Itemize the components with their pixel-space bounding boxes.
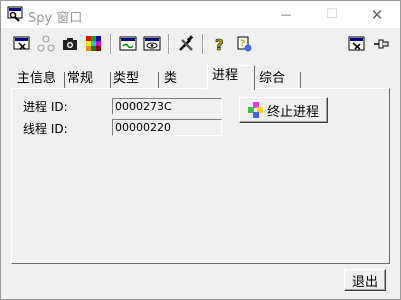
window-title: Spy 窗口 bbox=[28, 11, 83, 26]
terminate-process-label: 终止进程 bbox=[266, 104, 319, 120]
exit-label: 退出 bbox=[351, 274, 378, 290]
tab-process[interactable]: 进程 bbox=[207, 65, 255, 90]
tab-label: 常规 bbox=[67, 71, 94, 86]
about-tool[interactable]: ? bbox=[233, 33, 255, 55]
close-button[interactable]: ✕ bbox=[354, 1, 400, 28]
tab-label: 类 bbox=[164, 71, 178, 86]
pin-icon bbox=[374, 39, 389, 49]
process-id-label: 进程 ID: bbox=[23, 100, 68, 114]
eye-view-tool[interactable] bbox=[141, 33, 163, 55]
pin-tool[interactable] bbox=[370, 33, 392, 55]
thread-id-field[interactable]: 00000220 bbox=[112, 119, 222, 136]
tab-label: 主信息 bbox=[17, 71, 57, 86]
window-finder-icon bbox=[13, 36, 30, 50]
color-tool[interactable] bbox=[83, 33, 105, 55]
finder-drag-icon bbox=[348, 36, 365, 51]
process-tab-panel: 进程 ID: 0000273C 线程 ID: 00000220 终止进程 bbox=[11, 88, 390, 264]
process-id-field[interactable]: 0000273C bbox=[112, 98, 222, 115]
capture-tool[interactable] bbox=[59, 33, 81, 55]
tools-settings-tool[interactable] bbox=[175, 33, 197, 55]
window-view-icon bbox=[119, 36, 137, 51]
tools-icon bbox=[179, 35, 194, 51]
tab-divider bbox=[300, 72, 301, 88]
tab-label: 进程 bbox=[212, 68, 239, 83]
title-bar[interactable]: Spy 窗口 — ☐ ✕ bbox=[1, 1, 400, 28]
tab-class[interactable]: 类 bbox=[164, 69, 208, 89]
hierarchy-icon bbox=[37, 35, 55, 52]
hierarchy-tool[interactable] bbox=[35, 33, 57, 55]
tab-main-info[interactable]: 主信息 bbox=[17, 69, 65, 89]
spy-app-icon bbox=[7, 6, 23, 22]
window-finder-tool[interactable] bbox=[11, 33, 33, 55]
exit-button[interactable]: 退出 bbox=[344, 269, 386, 291]
terminate-process-icon bbox=[247, 102, 263, 118]
toolbar-separator bbox=[168, 34, 170, 54]
toolbar-separator bbox=[110, 34, 112, 54]
help-tool[interactable]: ? bbox=[209, 33, 231, 55]
tab-type[interactable]: 类型 bbox=[113, 69, 159, 89]
close-icon: ✕ bbox=[370, 5, 384, 24]
tab-general[interactable]: 常规 bbox=[67, 69, 111, 89]
spy-window: Spy 窗口 — ☐ ✕ ? ? 主信息 常规 类型 类 进程 综合 进程 ID… bbox=[0, 0, 401, 300]
tab-label: 综合 bbox=[259, 71, 286, 86]
drag-finder-tool[interactable] bbox=[346, 33, 368, 55]
minimize-button[interactable]: — bbox=[263, 1, 309, 28]
tab-summary[interactable]: 综合 bbox=[259, 69, 301, 89]
tab-divider bbox=[158, 72, 159, 88]
window-view-tool[interactable] bbox=[117, 33, 139, 55]
toolbar: ? ? bbox=[1, 29, 400, 59]
tab-strip: 主信息 常规 类型 类 进程 综合 bbox=[11, 65, 391, 90]
tab-label: 类型 bbox=[113, 71, 140, 86]
thread-id-label: 线程 ID: bbox=[23, 122, 68, 136]
svg-text:?: ? bbox=[215, 36, 224, 53]
color-grid-icon bbox=[86, 36, 101, 51]
about-icon: ? bbox=[237, 36, 252, 52]
tab-divider bbox=[110, 72, 111, 88]
svg-text:?: ? bbox=[240, 39, 245, 49]
maximize-button[interactable]: ☐ bbox=[309, 1, 355, 28]
minimize-icon: — bbox=[280, 8, 292, 21]
eye-icon bbox=[143, 36, 161, 51]
help-question-icon: ? bbox=[215, 36, 224, 53]
camera-icon bbox=[63, 38, 77, 50]
terminate-process-button[interactable]: 终止进程 bbox=[239, 97, 328, 123]
tab-divider bbox=[64, 72, 65, 88]
maximize-icon: ☐ bbox=[326, 7, 338, 22]
toolbar-separator bbox=[202, 34, 204, 54]
